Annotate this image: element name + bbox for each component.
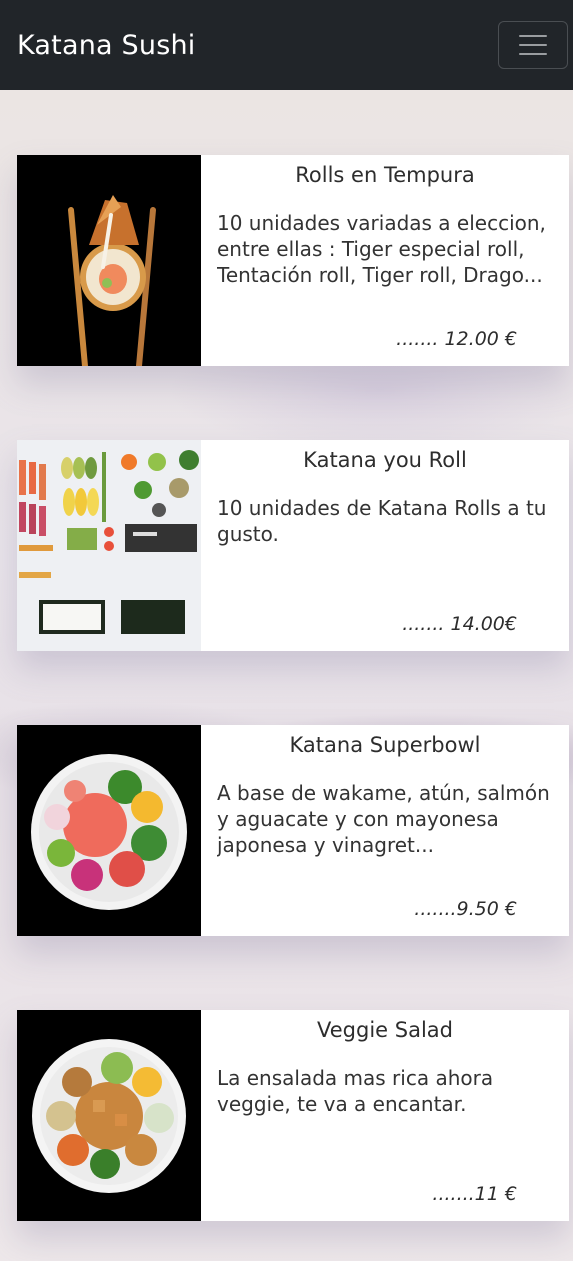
product-description: La ensalada mas rica ahora veggie, te va… <box>217 1066 494 1116</box>
card-body: Katana you Roll 10 unidades de Katana Ro… <box>201 440 569 651</box>
navbar: Katana Sushi <box>0 0 573 90</box>
product-price: .......9.50 € <box>414 898 517 920</box>
veggie-salad-bowl-image <box>17 1010 201 1221</box>
product-card[interactable]: Veggie Salad La ensalada mas rica ahora … <box>17 1010 569 1221</box>
product-title: Katana Superbowl <box>289 733 481 757</box>
product-price: ....... 14.00€ <box>402 613 517 635</box>
product-card[interactable]: Katana Superbowl A base de wakame, atún,… <box>17 725 569 936</box>
menu-toggle-button[interactable] <box>498 21 568 69</box>
product-title: Veggie Salad <box>317 1018 453 1042</box>
product-description: A base de wakame, atún, salmón y aguacat… <box>217 781 550 857</box>
product-price: .......11 € <box>432 1183 517 1205</box>
product-card[interactable]: Rolls en Tempura 10 unidades variadas a … <box>17 155 569 366</box>
hamburger-menu-icon <box>519 35 547 37</box>
brand-title[interactable]: Katana Sushi <box>17 30 195 61</box>
product-description: 10 unidades de Katana Rolls a tu gusto. <box>217 496 547 546</box>
product-price: ....... 12.00 € <box>396 328 517 350</box>
card-body: Veggie Salad La ensalada mas rica ahora … <box>201 1010 569 1221</box>
product-description: 10 unidades variadas a eleccion, entre e… <box>217 211 546 287</box>
product-card[interactable]: Katana you Roll 10 unidades de Katana Ro… <box>17 440 569 651</box>
card-body: Rolls en Tempura 10 unidades variadas a … <box>201 155 569 366</box>
product-title: Rolls en Tempura <box>295 163 475 187</box>
sushi-ingredients-image <box>17 440 201 651</box>
tempura-roll-chopsticks-image <box>17 155 201 366</box>
card-body: Katana Superbowl A base de wakame, atún,… <box>201 725 569 936</box>
product-title: Katana you Roll <box>303 448 467 472</box>
poke-bowl-image <box>17 725 201 936</box>
